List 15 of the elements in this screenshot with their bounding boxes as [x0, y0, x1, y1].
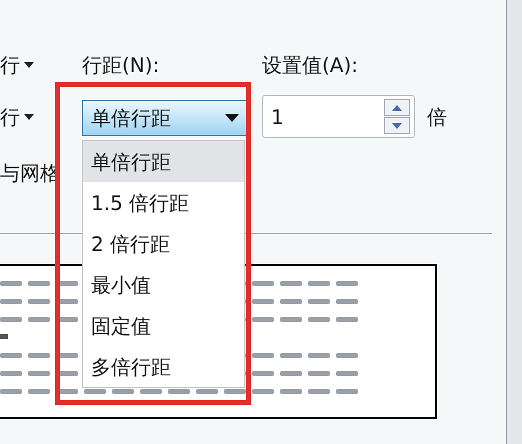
- up-triangle-icon: [392, 104, 402, 110]
- spin-down-button[interactable]: [384, 117, 410, 134]
- down-triangle-icon: [392, 122, 402, 128]
- line-spacing-dropdown[interactable]: 单倍行距: [82, 100, 248, 136]
- setting-value-field[interactable]: 1: [262, 95, 415, 138]
- dropdown-option[interactable]: 单倍行距: [83, 141, 244, 182]
- unit-label: 倍: [427, 104, 447, 130]
- line-label: 行: [0, 104, 20, 131]
- caret-icon: [24, 114, 34, 120]
- caret-icon: [24, 62, 34, 68]
- caret-icon: [225, 114, 239, 122]
- line-label: 行: [0, 52, 20, 79]
- spin-up-button[interactable]: [384, 99, 410, 116]
- line-spacing-label: 行距(N):: [82, 52, 160, 79]
- setting-value-label: 设置值(A):: [262, 52, 360, 79]
